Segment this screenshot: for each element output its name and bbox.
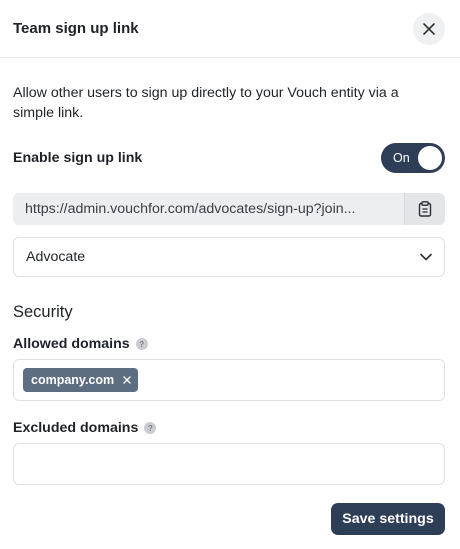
panel-title: Team sign up link <box>13 20 139 37</box>
excluded-domains-label: Excluded domains <box>13 420 139 436</box>
excluded-domains-label-row: Excluded domains ? <box>13 420 445 436</box>
clipboard-icon <box>418 201 432 217</box>
close-icon <box>423 22 435 35</box>
help-icon[interactable]: ? <box>144 422 157 434</box>
allowed-domains-input[interactable]: company.com <box>13 359 445 401</box>
allowed-domains-label: Allowed domains <box>13 336 130 352</box>
allowed-domains-label-row: Allowed domains ? <box>13 336 445 352</box>
remove-chip-button[interactable] <box>123 376 131 384</box>
enable-signup-row: Enable sign up link On <box>13 143 445 173</box>
close-button[interactable] <box>413 12 445 45</box>
panel-content: Allow other users to sign up directly to… <box>0 83 460 485</box>
toggle-knob <box>418 146 442 170</box>
enable-signup-toggle[interactable]: On <box>381 143 445 173</box>
excluded-domains-input[interactable] <box>13 443 445 485</box>
signup-link-url[interactable]: https://admin.vouchfor.com/advocates/sig… <box>13 193 404 225</box>
chevron-down-icon <box>420 253 432 261</box>
help-icon[interactable]: ? <box>135 338 148 350</box>
allowed-domains-group: Allowed domains ? company.com <box>13 336 445 401</box>
toggle-state-label: On <box>393 151 410 165</box>
security-heading: Security <box>13 303 73 321</box>
role-select-value: Advocate <box>26 249 86 265</box>
panel-header: Team sign up link <box>0 0 460 58</box>
role-select[interactable]: Advocate <box>13 237 445 277</box>
enable-signup-label: Enable sign up link <box>13 150 143 166</box>
save-settings-button[interactable]: Save settings <box>331 503 445 535</box>
excluded-domains-group: Excluded domains ? <box>13 420 445 485</box>
signup-link-field: https://admin.vouchfor.com/advocates/sig… <box>13 193 445 225</box>
domain-chip-label: company.com <box>31 373 115 387</box>
copy-link-button[interactable] <box>404 193 445 225</box>
description-text: Allow other users to sign up directly to… <box>13 85 399 121</box>
remove-chip-icon <box>123 376 131 384</box>
domain-chip: company.com <box>23 368 139 392</box>
